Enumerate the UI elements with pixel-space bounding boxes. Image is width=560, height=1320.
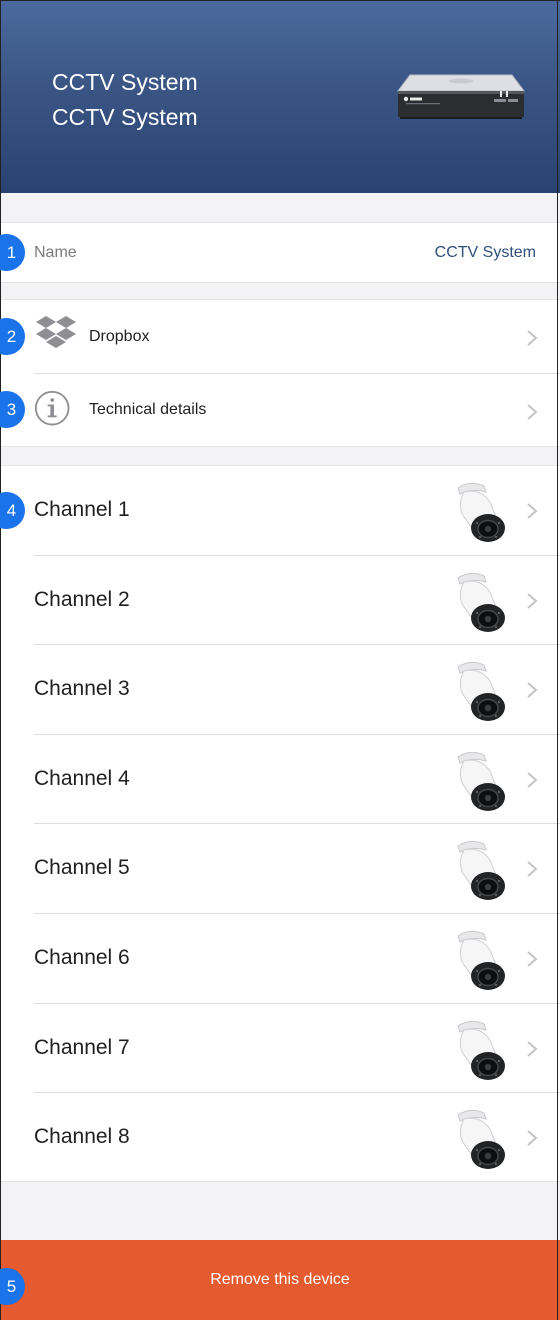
channel-label: Channel 6 [34, 946, 130, 969]
device-title: CCTV System [52, 69, 198, 95]
chevron-right-icon [526, 402, 538, 422]
technical-details-row[interactable]: Technical details [0, 374, 560, 448]
channel-label: Channel 2 [34, 587, 130, 611]
chevron-right-icon [526, 680, 538, 700]
chevron-right-icon [526, 1039, 538, 1059]
camera-thumbnail-image [450, 1016, 512, 1084]
camera-thumbnail-image [450, 747, 512, 815]
name-value[interactable]: CCTV System [435, 244, 536, 262]
device-subtitle: CCTV System [52, 104, 198, 130]
channel-label: Channel 7 [34, 1035, 130, 1059]
channel-row-5[interactable]: Channel 5 [0, 824, 560, 914]
channel-row-3[interactable]: Channel 3 [0, 645, 560, 735]
chevron-right-icon [526, 949, 538, 969]
chevron-right-icon [526, 1128, 538, 1148]
chevron-right-icon [526, 501, 538, 521]
channel-row-2[interactable]: Channel 2 [0, 556, 560, 646]
name-section: Name CCTV System [0, 222, 560, 283]
camera-thumbnail-image [450, 478, 512, 546]
technical-details-label: Technical details [89, 401, 207, 418]
camera-thumbnail-image [450, 836, 512, 904]
camera-thumbnail-image [450, 926, 512, 994]
camera-thumbnail-image [450, 657, 512, 725]
remove-device-button[interactable]: Remove this device [0, 1240, 560, 1320]
dropbox-icon [36, 316, 76, 348]
channel-label: Channel 3 [34, 677, 130, 701]
device-header: CCTV System CCTV System [0, 0, 560, 193]
chevron-right-icon [526, 328, 538, 348]
channels-section: Channel 1 Channel 2 Channel 3 Channel 4 Chan… [0, 465, 560, 1182]
channel-row-6[interactable]: Channel 6 [0, 914, 560, 1004]
remove-device-label: Remove this device [210, 1271, 350, 1288]
channel-label: Channel 5 [34, 856, 130, 880]
chevron-right-icon [526, 859, 538, 879]
channel-row-4[interactable]: Channel 4 [0, 735, 560, 825]
chevron-right-icon [526, 591, 538, 611]
chevron-right-icon [526, 770, 538, 790]
channel-label: Channel 1 [34, 498, 130, 521]
options-section: Dropbox Technical details [0, 299, 560, 447]
dropbox-label: Dropbox [89, 328, 150, 345]
dvr-recorder-image [397, 74, 525, 119]
channel-row-8[interactable]: Channel 8 [0, 1093, 560, 1183]
channel-label: Channel 4 [34, 766, 130, 790]
channel-row-7[interactable]: Channel 7 [0, 1004, 560, 1094]
dropbox-row[interactable]: Dropbox [0, 300, 560, 374]
info-icon [34, 390, 70, 426]
camera-thumbnail-image [450, 568, 512, 636]
name-label: Name [34, 244, 77, 261]
camera-thumbnail-image [450, 1105, 512, 1173]
channel-label: Channel 8 [34, 1125, 130, 1149]
channel-row-1[interactable]: Channel 1 [0, 466, 560, 556]
